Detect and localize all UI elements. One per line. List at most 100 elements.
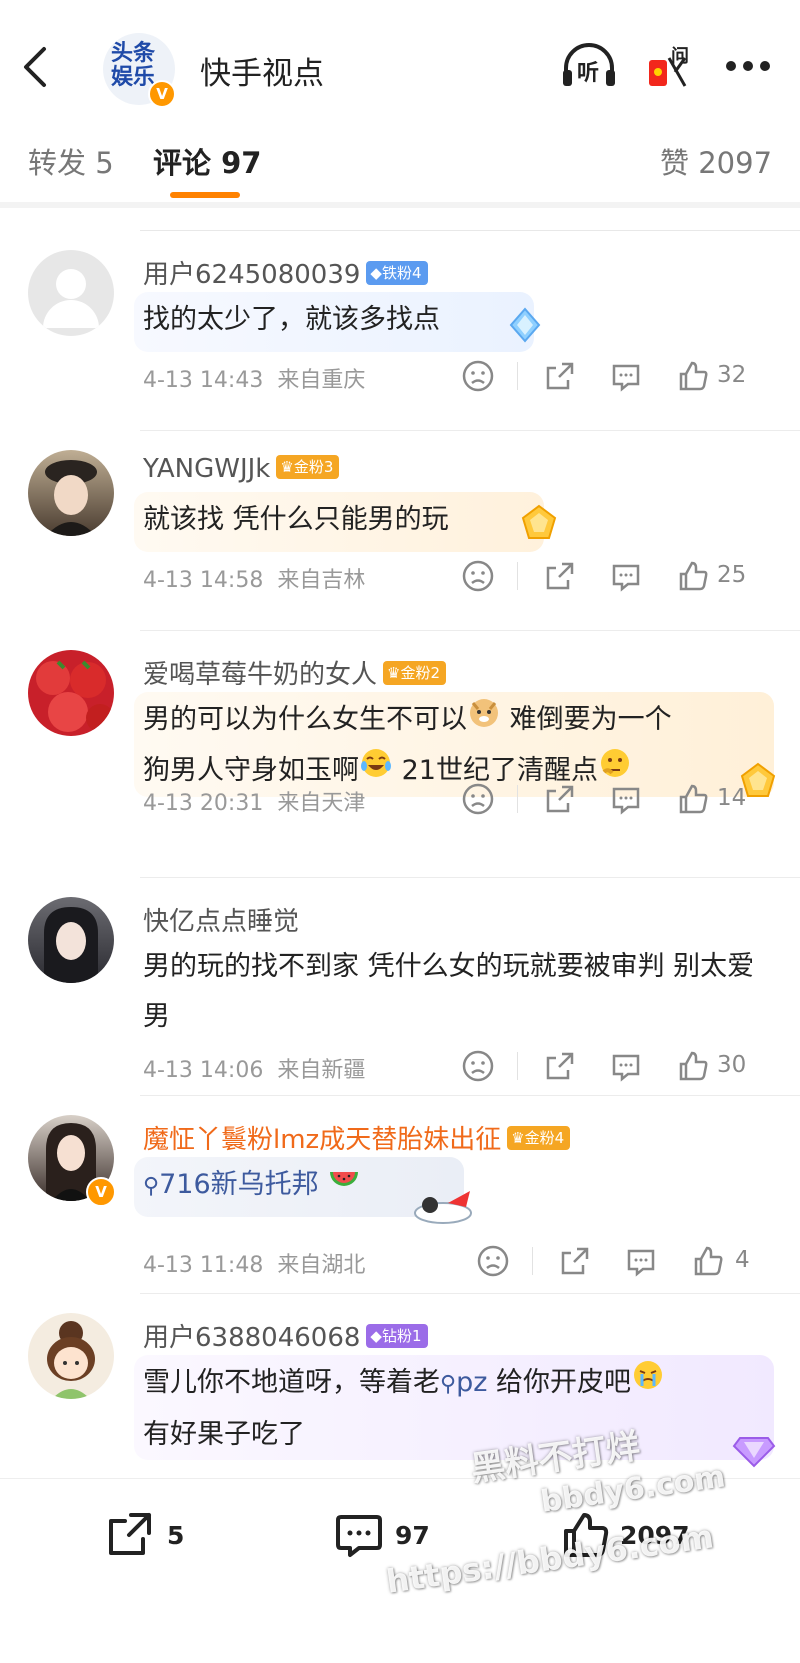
dislike-face-icon[interactable] <box>460 1048 496 1084</box>
comment-username[interactable]: YANGWJJk ♛金粉3 <box>143 454 340 484</box>
like-icon[interactable] <box>675 781 711 817</box>
text-segment: 难倒要为一个 <box>509 704 672 735</box>
more-icon <box>726 61 770 71</box>
comment-username[interactable]: 快亿点点睡觉 <box>143 901 299 938</box>
dislike-face-icon[interactable] <box>460 558 496 594</box>
fan-badge: ♛金粉2 <box>383 660 447 685</box>
back-button[interactable] <box>20 45 60 95</box>
like-count: 14 <box>717 785 747 811</box>
comment-text-line: 男的可以为什么女生不可以 难倒要为一个 <box>143 695 783 746</box>
divider <box>140 1293 800 1294</box>
comment-location: 来自湖北 <box>277 1253 366 1278</box>
share-icon[interactable] <box>557 1243 593 1279</box>
more-button[interactable] <box>725 58 775 108</box>
share-icon[interactable] <box>542 358 578 394</box>
page-title: 快手视点 <box>200 56 324 92</box>
comment-item: V 魔怔丫鬟粉lmz成天替胎妹出征 ♛金粉4 ⚲716新乌托邦 4-13 11:4… <box>0 1105 800 1305</box>
search-link[interactable]: ⚲pz <box>440 1367 487 1398</box>
dislike-face-icon[interactable] <box>475 1243 511 1279</box>
username-text: 用户6388046068 <box>143 1323 361 1353</box>
like-icon[interactable] <box>675 558 711 594</box>
fan-badge-label: 钻粉1 <box>381 1326 422 1345</box>
comment-actions: 32 <box>460 358 780 398</box>
share-icon[interactable] <box>542 558 578 594</box>
comment-time: 4-13 11:48 <box>143 1253 264 1278</box>
comment-icon <box>336 1515 382 1557</box>
comment-meta: 4-13 20:31 来自天津 <box>143 785 365 817</box>
comment-location: 来自重庆 <box>277 368 366 393</box>
ask-button[interactable]: 问 <box>645 42 695 92</box>
avatar[interactable] <box>28 897 114 983</box>
share-icon[interactable] <box>542 781 578 817</box>
topic-link[interactable]: 716新乌托邦 <box>159 1169 319 1200</box>
comment-icon[interactable] <box>608 1048 644 1084</box>
comment-location: 来自新疆 <box>277 1058 366 1083</box>
tab-comments[interactable]: 评论 97 <box>153 140 261 182</box>
comment-actions: 4 <box>460 1243 780 1283</box>
comment-item: 爱喝草莓牛奶的女人 ♛金粉2 男的可以为什么女生不可以 难倒要为一个 狗男人守身如… <box>0 640 800 880</box>
share-icon[interactable] <box>542 1048 578 1084</box>
tab-bar: 转发 5 评论 97 赞 2097 <box>0 118 800 208</box>
like-icon[interactable] <box>675 358 711 394</box>
divider <box>140 1095 800 1096</box>
like-count: 25 <box>717 562 747 588</box>
text-segment: 狗男人守身如玉啊 <box>143 755 359 786</box>
comment-time: 4-13 14:43 <box>143 368 264 393</box>
like-icon[interactable] <box>675 1048 711 1084</box>
comment-text: ⚲716新乌托邦 <box>143 1160 773 1212</box>
avatar[interactable] <box>28 650 114 736</box>
comment-meta: 4-13 14:58 来自吉林 <box>143 562 365 594</box>
avatar[interactable] <box>28 250 114 336</box>
comment-actions: 14 <box>460 781 780 821</box>
comment-icon[interactable] <box>608 781 644 817</box>
search-link-text: pz <box>456 1367 488 1398</box>
tab-likes[interactable]: 赞 2097 <box>660 140 772 182</box>
comment-text: 男的玩的找不到家 凭什么女的玩就要被审判 别太爱男 <box>143 951 755 1032</box>
text-segment: 雪儿你不地道呀，等着老 <box>143 1367 440 1398</box>
divider <box>140 630 800 631</box>
tab-reposts[interactable]: 转发 5 <box>28 140 114 182</box>
like-icon[interactable] <box>690 1243 726 1279</box>
avatar[interactable] <box>28 1313 114 1399</box>
fan-badge: ♛金粉3 <box>276 454 340 479</box>
comment-item: YANGWJJk ♛金粉3 就该找 凭什么只能男的玩 4-13 14:58 来自吉… <box>0 440 800 640</box>
listen-label: 听 <box>577 61 600 86</box>
username-text: 快亿点点睡觉 <box>143 907 300 937</box>
comment-text: 雪儿你不地道呀，等着老⚲pz 给你开皮吧 有好果子吃了 <box>143 1358 783 1460</box>
listen-button[interactable]: 听 <box>560 42 620 92</box>
divider <box>140 430 800 431</box>
comment-username[interactable]: 爱喝草莓牛奶的女人 ♛金粉2 <box>143 654 447 691</box>
crying-emoji-icon <box>631 1358 665 1409</box>
fan-badge-label: 铁粉4 <box>381 263 422 282</box>
divider <box>140 877 800 878</box>
comment-count: 97 <box>395 1521 430 1550</box>
comment-username[interactable]: 用户6388046068 ◆钻粉1 <box>143 1317 428 1354</box>
comment-meta: 4-13 14:06 来自新疆 <box>143 1052 365 1084</box>
ask-label: 问 <box>671 46 689 67</box>
avatar[interactable] <box>28 450 114 536</box>
repost-icon <box>109 1513 151 1555</box>
username-text: 用户6245080039 <box>143 260 361 290</box>
username-text: YANGWJJk <box>143 454 271 484</box>
comment-icon[interactable] <box>608 358 644 394</box>
logo-text-bottom: 娱乐 <box>111 65 156 90</box>
comment-time: 4-13 14:58 <box>143 568 264 593</box>
fan-badge: ◆铁粉4 <box>366 260 428 285</box>
comment-icon[interactable] <box>608 558 644 594</box>
strawberry-photo-icon <box>36 660 114 732</box>
dislike-face-icon[interactable] <box>460 358 496 394</box>
fan-badge: ◆钻粉1 <box>366 1323 428 1348</box>
comment-item: 用户6245080039 ◆铁粉4 找的太少了，就该多找点 4-13 14:43 … <box>0 240 800 440</box>
comment-text-line: 雪儿你不地道呀，等着老⚲pz 给你开皮吧 <box>143 1358 783 1410</box>
comment-icon[interactable] <box>623 1243 659 1279</box>
divider <box>517 785 518 813</box>
comment-username[interactable]: 用户6245080039 ◆铁粉4 <box>143 254 428 291</box>
dislike-face-icon[interactable] <box>460 781 496 817</box>
repost-button[interactable]: 5 <box>105 1509 215 1569</box>
comment-username[interactable]: 魔怔丫鬟粉lmz成天替胎妹出征 ♛金粉4 <box>143 1119 571 1156</box>
fan-badge: ♛金粉4 <box>507 1125 571 1150</box>
comment-item: 快亿点点睡觉 男的玩的找不到家 凭什么女的玩就要被审判 别太爱男 4-13 14… <box>0 887 800 1097</box>
username-text: 魔怔丫鬟粉lmz成天替胎妹出征 <box>143 1125 502 1155</box>
comment-item: 用户6388046068 ◆钻粉1 雪儿你不地道呀，等着老⚲pz 给你开皮吧 有好… <box>0 1303 800 1478</box>
comment-time: 4-13 14:06 <box>143 1058 264 1083</box>
